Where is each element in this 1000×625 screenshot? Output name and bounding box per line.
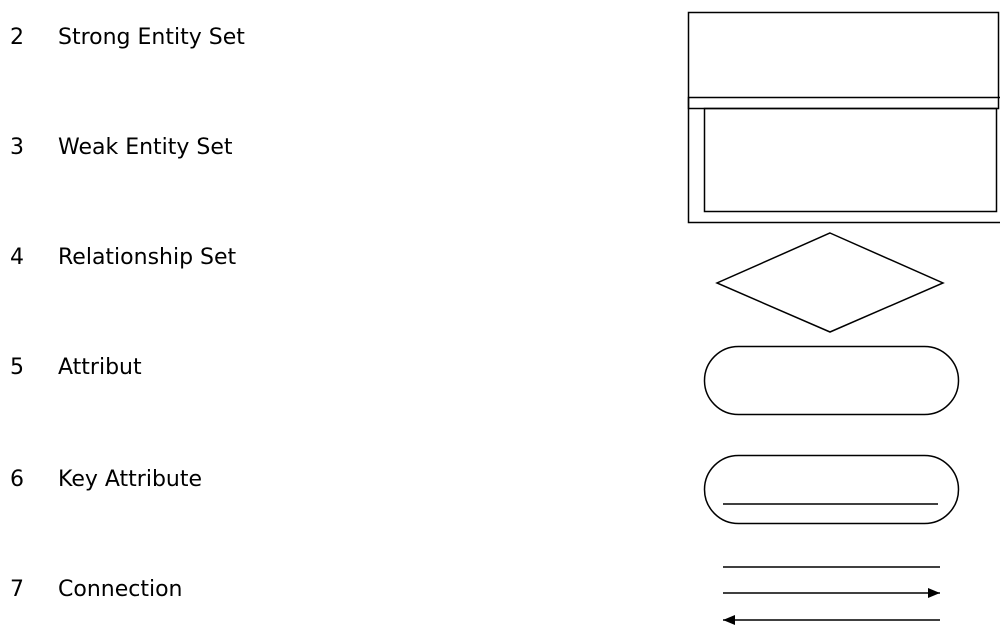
key-attribute-symbol xyxy=(703,454,960,525)
weak-entity-inner-rectangle xyxy=(703,107,998,213)
weak-entity-double-rectangle-symbol xyxy=(687,96,1000,224)
er-symbols-canvas xyxy=(687,11,1000,625)
weak-entity-outer-rectangle xyxy=(687,96,1000,224)
key-attribute-ellipse xyxy=(703,454,960,525)
attribute-ellipse-symbol xyxy=(703,345,960,416)
strong-entity-rectangle-symbol xyxy=(687,11,1000,110)
relationship-diamond-symbol xyxy=(715,232,945,333)
connection-symbols xyxy=(723,566,940,625)
